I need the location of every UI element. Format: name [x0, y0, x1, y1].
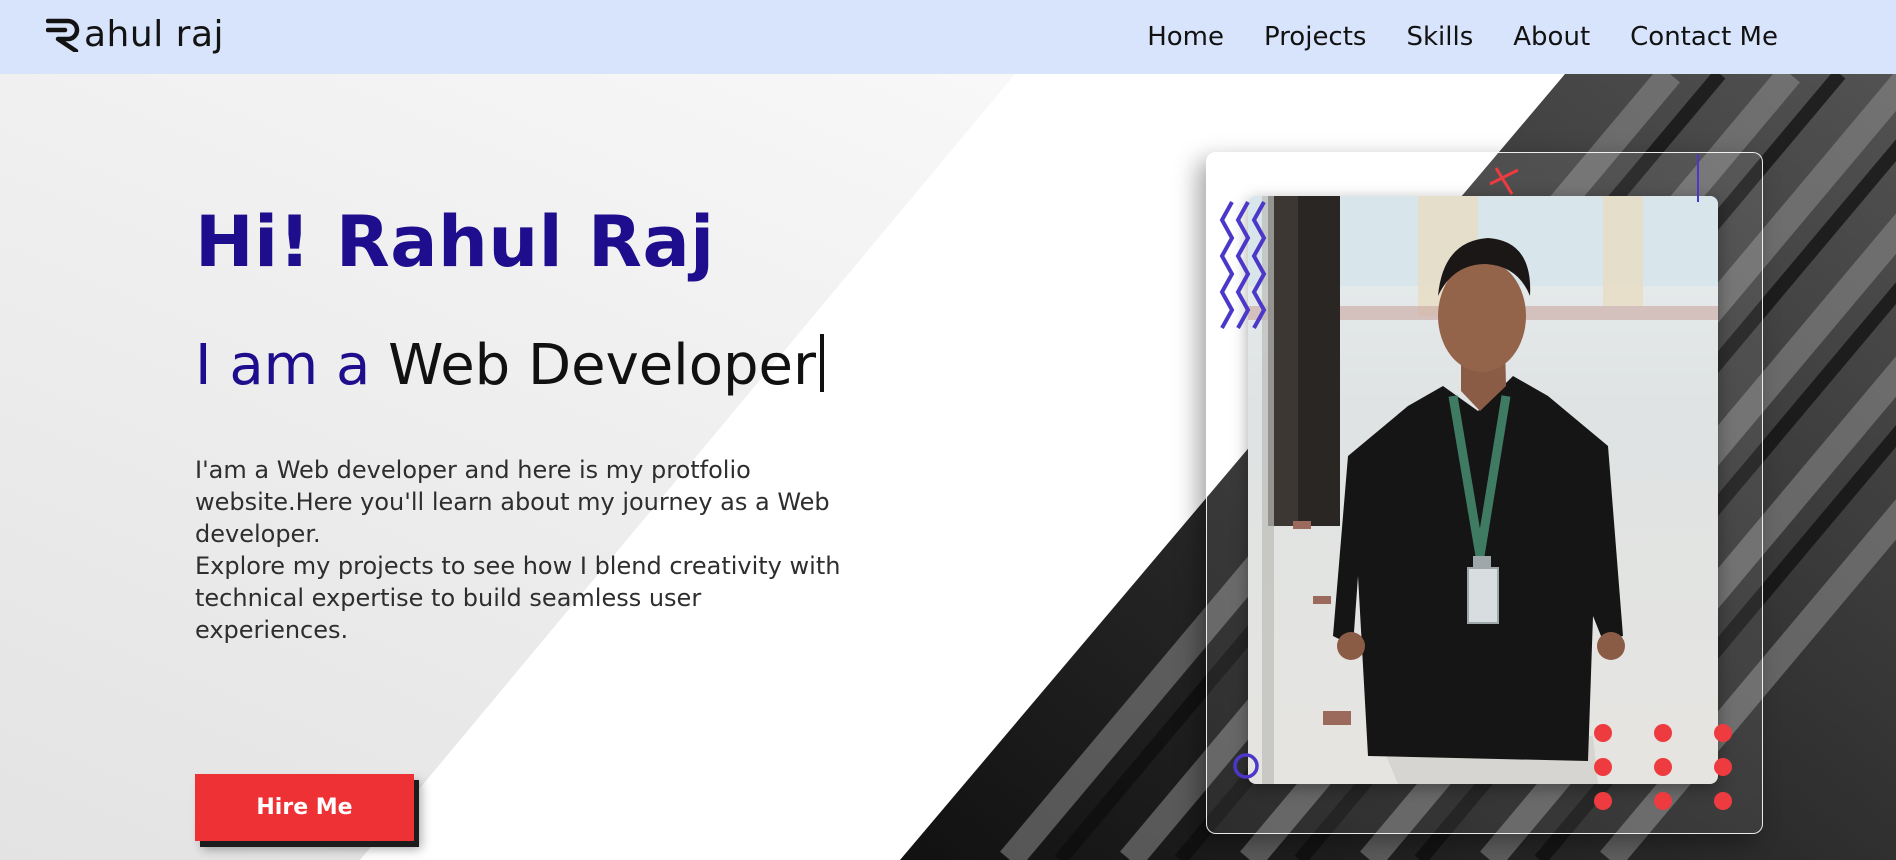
nav-menu: Home Projects Skills About Contact Me: [1147, 0, 1778, 74]
role-typed-text: Web Developer: [388, 332, 817, 398]
role-line: I am a Web Developer: [195, 332, 875, 398]
vertical-line-decoration: [1697, 154, 1699, 202]
nav-skills-link[interactable]: Skills: [1406, 22, 1473, 52]
ring-decoration-icon: [1233, 753, 1259, 779]
navbar: ahul raj Home Projects Skills About Cont…: [0, 0, 1896, 74]
nav-projects-link[interactable]: Projects: [1264, 22, 1367, 52]
hire-me-button[interactable]: Hire Me: [195, 774, 414, 841]
intro-text: I'am a Web developer and here is my prot…: [195, 454, 855, 646]
dot-grid-decoration-icon: [1594, 724, 1732, 810]
site-logo[interactable]: ahul raj: [46, 14, 224, 55]
stylized-r-logo-icon: [46, 18, 80, 52]
nav-contact-link[interactable]: Contact Me: [1630, 22, 1778, 52]
intro-paragraph-1: I'am a Web developer and here is my prot…: [195, 456, 830, 549]
hero-section: Hi! Rahul Raj I am a Web Developer I'am …: [0, 74, 1896, 860]
intro-paragraph-2: Explore my projects to see how I blend c…: [195, 552, 841, 645]
hero-text-block: Hi! Rahul Raj I am a Web Developer I'am …: [195, 201, 875, 841]
nav-about-link[interactable]: About: [1513, 22, 1590, 52]
profile-photo: [1248, 196, 1718, 784]
site-name: ahul raj: [84, 14, 225, 55]
zigzag-decoration-icon: [1219, 201, 1267, 329]
role-prefix: I am a: [195, 332, 371, 398]
nav-home-link[interactable]: Home: [1147, 22, 1224, 52]
hero-greeting: Hi! Rahul Raj: [195, 201, 715, 283]
typing-cursor: [820, 333, 825, 392]
cross-decoration-icon: [1489, 167, 1519, 195]
